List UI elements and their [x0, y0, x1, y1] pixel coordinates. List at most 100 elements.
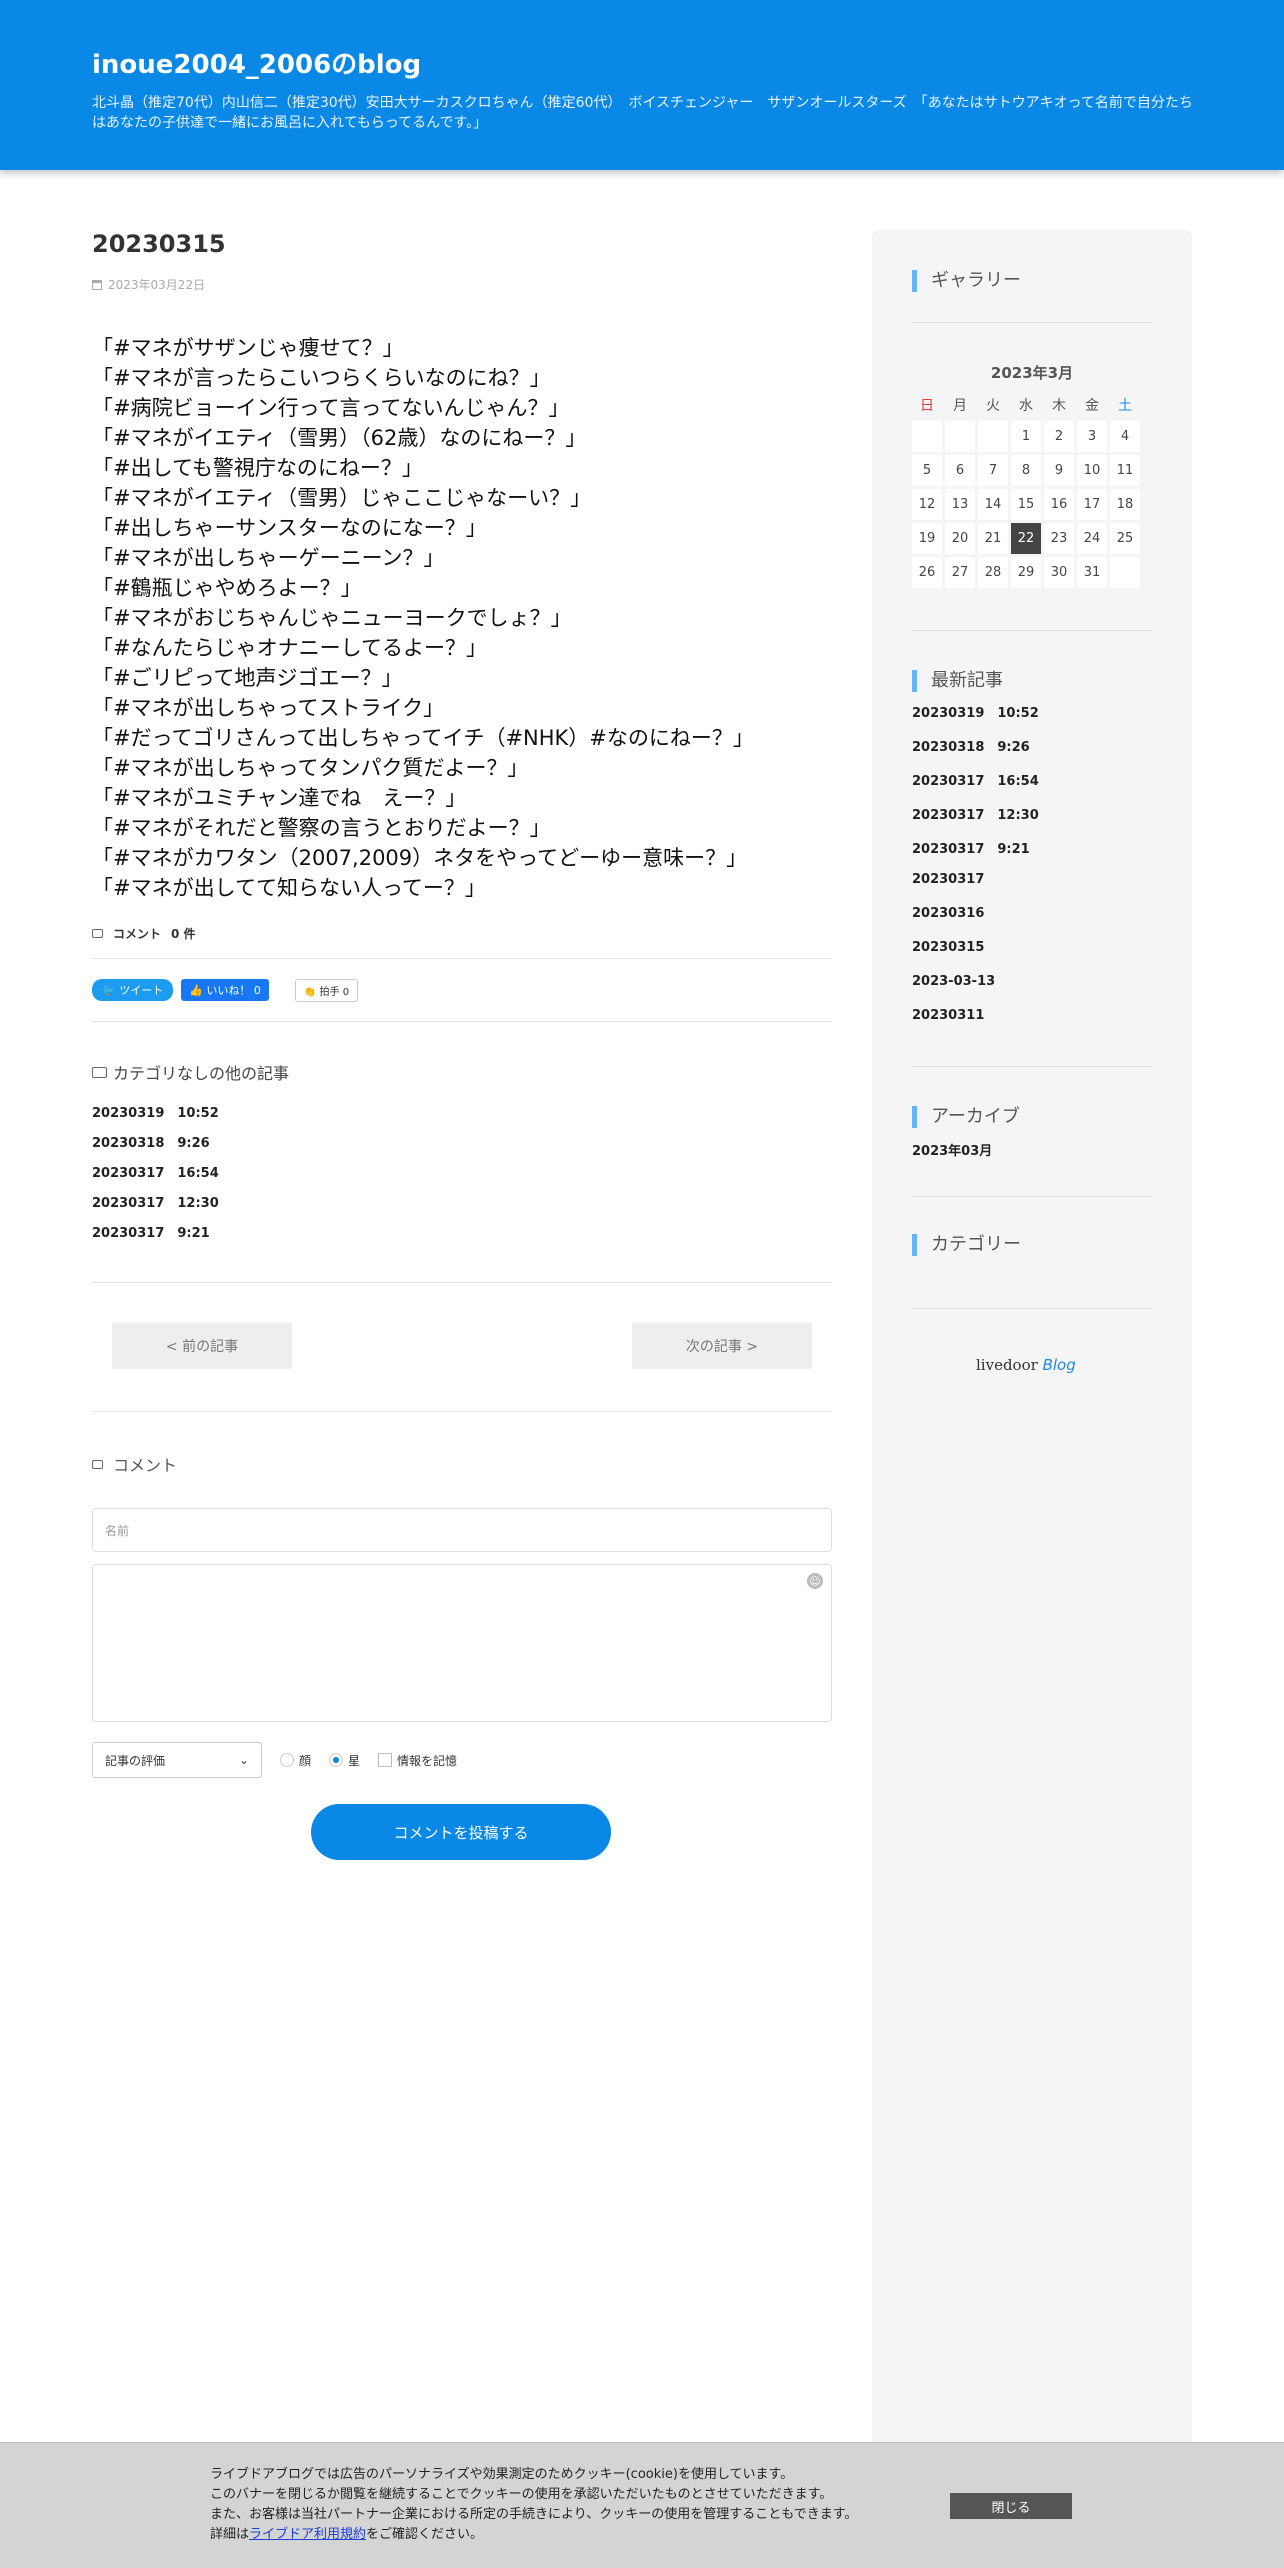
calendar-day[interactable]: 7	[978, 455, 1008, 486]
other-articles: カテゴリなしの他の記事 20230319 10:52 20230318 9:26 2…	[92, 1060, 832, 1252]
terms-link[interactable]: ライブドア利用規約	[249, 2527, 366, 2542]
calendar-day[interactable]: 26	[912, 557, 942, 588]
calendar-day[interactable]: 19	[912, 523, 942, 554]
next-article-button[interactable]: 次の記事 >	[632, 1323, 812, 1369]
recent-article-link[interactable]: 20230315	[912, 940, 1152, 974]
calendar-day	[1110, 557, 1140, 588]
pager: < 前の記事 次の記事 >	[92, 1283, 832, 1411]
calendar-day[interactable]: 5	[912, 455, 942, 486]
calendar-widget: 2023年3月 日月火水木金土 1 2 3 4 5 6 7 8 9 10 11 12 13 14 15 16 17…	[912, 362, 1152, 591]
post-title[interactable]: 20230315	[92, 230, 832, 258]
recent-article-link[interactable]: 2023-03-13	[912, 974, 1152, 1008]
calendar-icon	[92, 279, 102, 290]
calendar-day[interactable]: 15	[1011, 489, 1041, 520]
post-line: 「#マネが出しちゃってタンパク質だよー？」	[92, 756, 529, 780]
divider	[912, 1196, 1152, 1197]
category-title: カテゴリー	[912, 1234, 1152, 1256]
comment-count[interactable]: コメント 0 件	[92, 925, 832, 942]
calendar-day[interactable]: 1	[1011, 421, 1041, 452]
prev-article-button[interactable]: < 前の記事	[112, 1323, 292, 1369]
tweet-button[interactable]: 🐦 ツイート	[92, 979, 174, 1001]
recent-article-link[interactable]: 20230317 16:54	[912, 770, 1152, 804]
other-article-link[interactable]: 20230318 9:26	[92, 1132, 832, 1162]
cookie-text: ライブドアブログでは広告のパーソナライズや効果測定のためクッキー(cookie)…	[210, 2467, 858, 2542]
post-line: 「#マネがイエティ（雪男）じゃここじゃなーい？」	[92, 486, 592, 510]
post-date-text: 2023年03月22日	[108, 278, 206, 292]
remember-checkbox[interactable]: 情報を記憶	[378, 1752, 457, 1769]
calendar-day[interactable]: 23	[1044, 523, 1074, 554]
calendar-day[interactable]: 22	[1011, 523, 1041, 554]
calendar-day[interactable]: 10	[1077, 455, 1107, 486]
recent-article-link[interactable]: 20230317	[912, 872, 1152, 906]
post-line: 「#マネがおじちゃんじゃニューヨークでしょ？」	[92, 606, 572, 630]
calendar-day[interactable]: 11	[1110, 455, 1140, 486]
radio-star-dot[interactable]	[329, 1753, 344, 1767]
calendar-day[interactable]: 24	[1077, 523, 1107, 554]
recent-article-link[interactable]: 20230319 10:52	[912, 702, 1152, 736]
calendar-day[interactable]: 3	[1077, 421, 1107, 452]
post-line: 「#なんたらじゃオナニーしてるよー？」	[92, 636, 487, 660]
cookie-close-button[interactable]: 閉じる	[950, 2493, 1072, 2519]
radio-face-dot[interactable]	[280, 1753, 294, 1767]
chevron-down-icon: ⌄	[238, 1753, 249, 1767]
post-line: 「#だってゴリさんって出しちゃってイチ（#NHK）#なのにねー？」	[92, 726, 754, 750]
other-article-link[interactable]: 20230317 9:21	[92, 1222, 832, 1252]
calendar-day[interactable]: 6	[945, 455, 975, 486]
calendar-day[interactable]: 30	[1044, 557, 1074, 588]
rating-select[interactable]: 記事の評価 ⌄	[92, 1742, 262, 1778]
comment-textarea[interactable]: ☺	[92, 1564, 832, 1722]
category-widget: カテゴリー	[912, 1234, 1152, 1256]
divider	[92, 1021, 832, 1022]
other-article-link[interactable]: 20230317 16:54	[92, 1162, 832, 1192]
calendar-day[interactable]: 4	[1110, 421, 1140, 452]
calendar-day[interactable]: 8	[1011, 455, 1041, 486]
clap-button[interactable]: 👏 拍手 0	[294, 978, 359, 1002]
calendar-table: 日月火水木金土 1 2 3 4 5 6 7 8 9 10 11 12 13 14 15 16 17 18 19 20 21…	[909, 389, 1143, 591]
site-title[interactable]: inoue2004_2006のblog	[92, 44, 421, 81]
other-article-link[interactable]: 20230317 12:30	[92, 1192, 832, 1222]
recent-article-link[interactable]: 20230316	[912, 906, 1152, 940]
name-input[interactable]: 名前	[92, 1508, 832, 1552]
comment-count-value: 0 件	[171, 927, 196, 941]
radio-face[interactable]: 顔	[280, 1752, 311, 1769]
recent-article-link[interactable]: 20230318 9:26	[912, 736, 1152, 770]
site-header: inoue2004_2006のblog 北斗晶（推定70代）内山信二（推定30代…	[0, 0, 1284, 170]
post-line: 「#マネが出しちゃってストライク」	[92, 696, 445, 720]
calendar-day[interactable]: 17	[1077, 489, 1107, 520]
calendar-day[interactable]: 2	[1044, 421, 1074, 452]
recent-widget: 最新記事 20230319 10:52 20230318 9:26 20230317…	[912, 670, 1152, 1042]
archive-item[interactable]: 2023年03月	[912, 1140, 1152, 1159]
remember-checkbox-box[interactable]	[378, 1753, 393, 1767]
calendar-day[interactable]: 16	[1044, 489, 1074, 520]
post-date: 2023年03月22日	[92, 276, 832, 293]
calendar-day[interactable]: 13	[945, 489, 975, 520]
calendar-weekday: 月	[953, 398, 967, 414]
calendar-day	[945, 421, 975, 452]
other-articles-heading: カテゴリなしの他の記事	[92, 1060, 832, 1084]
other-article-link[interactable]: 20230319 10:52	[92, 1102, 832, 1132]
calendar-day[interactable]: 29	[1011, 557, 1041, 588]
share-buttons: 🐦 ツイート 👍 いいね！ 0 👏 拍手 0	[92, 959, 832, 1021]
cookie-banner: ライブドアブログでは広告のパーソナライズや効果測定のためクッキー(cookie)…	[0, 2442, 1284, 2568]
post-line: 「#ごリピって地声ジゴエー？」	[92, 666, 403, 690]
calendar-day[interactable]: 27	[945, 557, 975, 588]
calendar-day[interactable]: 31	[1077, 557, 1107, 588]
recent-article-link[interactable]: 20230311	[912, 1008, 1152, 1042]
submit-comment-button[interactable]: コメントを投稿する	[311, 1804, 611, 1860]
calendar-day[interactable]: 21	[978, 523, 1008, 554]
livedoor-blog-logo[interactable]: livedoor Blog	[976, 1356, 1076, 1374]
recent-article-link[interactable]: 20230317 12:30	[912, 804, 1152, 838]
calendar-day[interactable]: 9	[1044, 455, 1074, 486]
calendar-day[interactable]: 12	[912, 489, 942, 520]
emoji-icon[interactable]: ☺	[807, 1573, 823, 1589]
calendar-day[interactable]: 14	[978, 489, 1008, 520]
like-button[interactable]: 👍 いいね！ 0	[181, 979, 269, 1001]
calendar-day[interactable]: 28	[978, 557, 1008, 588]
calendar-day[interactable]: 18	[1110, 489, 1140, 520]
recent-article-link[interactable]: 20230317 9:21	[912, 838, 1152, 872]
radio-star[interactable]: 星	[329, 1752, 360, 1769]
comment-count-label: コメント	[113, 927, 162, 941]
calendar-day[interactable]: 25	[1110, 523, 1140, 554]
post-line: 「#マネがそれだと警察の言うとおりだよー？」	[92, 816, 551, 840]
calendar-day[interactable]: 20	[945, 523, 975, 554]
